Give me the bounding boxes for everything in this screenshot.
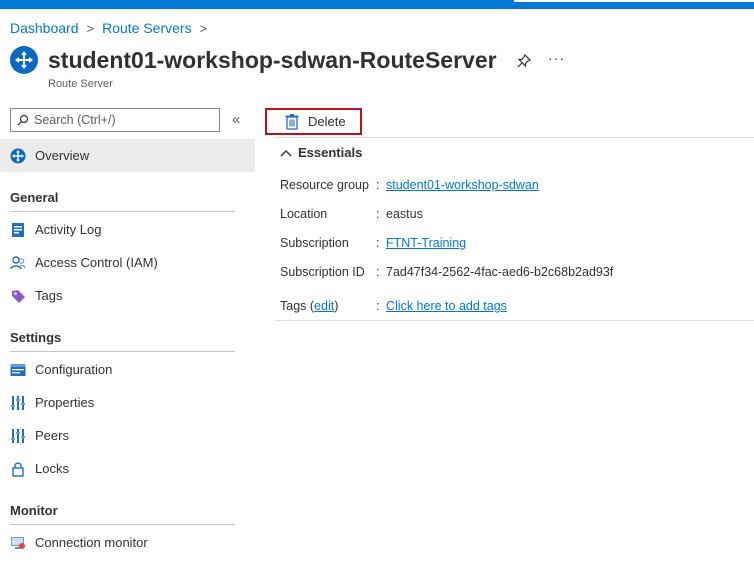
global-search-edge — [514, 0, 754, 2]
resource-group-link[interactable]: student01-workshop-sdwan — [386, 178, 539, 192]
tags-label-prefix: Tags ( — [280, 299, 315, 313]
essentials-divider — [275, 320, 754, 321]
subscription-link[interactable]: FTNT-Training — [386, 236, 466, 250]
colon: : — [376, 236, 380, 250]
tag-icon — [10, 288, 26, 304]
route-server-icon — [10, 46, 38, 74]
search-icon — [17, 114, 29, 126]
delete-button[interactable]: Delete — [265, 108, 362, 135]
nav-item-label: Configuration — [35, 362, 113, 377]
nav-item-peers[interactable]: Peers — [0, 419, 255, 452]
nav-section-settings: Settings — [10, 330, 62, 345]
nav-item-label: Access Control (IAM) — [35, 255, 158, 270]
nav-item-locks[interactable]: Locks — [0, 452, 255, 485]
resource-menu-search-input[interactable]: Search (Ctrl+/) — [10, 108, 220, 132]
page-title: student01-workshop-sdwan-RouteServer — [48, 47, 497, 73]
nav-item-properties[interactable]: Properties — [0, 386, 255, 419]
chevron-up-icon — [280, 149, 292, 156]
nav-item-overview[interactable]: Overview — [0, 139, 255, 172]
resource-group-label: Resource group — [280, 178, 369, 192]
people-icon — [10, 255, 26, 271]
nav-item-tags[interactable]: Tags — [0, 279, 255, 312]
search-placeholder: Search (Ctrl+/) — [34, 113, 116, 127]
configuration-icon — [10, 362, 26, 378]
connection-monitor-icon — [10, 535, 26, 551]
nav-item-label: Peers — [35, 428, 69, 443]
resource-type-label: Route Server — [48, 78, 113, 90]
nav-item-access-control[interactable]: Access Control (IAM) — [0, 246, 255, 279]
nav-item-label: Overview — [35, 148, 90, 163]
nav-item-label: Tags — [35, 288, 63, 303]
trash-icon — [285, 113, 299, 130]
route-server-icon — [10, 148, 26, 164]
tags-label-suffix: ) — [334, 299, 339, 313]
nav-item-label: Locks — [35, 461, 69, 476]
collapse-menu-icon[interactable]: « — [232, 111, 240, 128]
nav-section-monitor: Monitor — [10, 503, 58, 518]
pin-icon[interactable] — [516, 53, 532, 69]
breadcrumb-separator-icon: > — [199, 20, 208, 36]
colon: : — [376, 178, 380, 192]
location-value: eastus — [386, 207, 423, 221]
tags-label: Tags (edit) — [280, 299, 338, 313]
nav-divider — [10, 524, 235, 525]
essentials-toggle[interactable]: Essentials — [280, 145, 362, 160]
resource-header — [10, 46, 38, 74]
colon: : — [376, 207, 380, 221]
properties-icon — [10, 395, 26, 411]
delete-button-label: Delete — [308, 114, 346, 129]
breadcrumb-separator-icon: > — [86, 20, 95, 36]
colon: : — [376, 299, 380, 313]
nav-item-connection-monitor[interactable]: Connection monitor — [0, 526, 255, 559]
breadcrumb: Dashboard > Route Servers > — [10, 20, 215, 36]
portal-top-bar — [0, 0, 754, 9]
nav-item-label: Activity Log — [35, 222, 102, 237]
breadcrumb-route-servers[interactable]: Route Servers — [102, 20, 191, 36]
subscription-id-label: Subscription ID — [280, 265, 365, 279]
add-tags-link[interactable]: Click here to add tags — [386, 299, 507, 313]
location-label: Location — [280, 207, 328, 221]
command-bar-divider — [275, 137, 754, 138]
nav-item-label: Properties — [35, 395, 95, 410]
nav-item-label: Connection monitor — [35, 535, 148, 550]
activity-log-icon — [10, 222, 26, 238]
colon: : — [376, 265, 380, 279]
nav-item-configuration[interactable]: Configuration — [0, 353, 255, 386]
lock-icon — [10, 461, 26, 477]
nav-divider — [10, 351, 235, 352]
essentials-header: Essentials — [298, 145, 363, 160]
more-options-icon[interactable]: ··· — [548, 50, 568, 66]
peers-icon — [10, 428, 26, 444]
subscription-label: Subscription — [280, 236, 349, 250]
edit-tags-link[interactable]: edit — [314, 299, 334, 313]
nav-item-activity-log[interactable]: Activity Log — [0, 213, 255, 246]
breadcrumb-dashboard[interactable]: Dashboard — [10, 20, 79, 36]
nav-divider — [10, 211, 235, 212]
nav-section-general: General — [10, 190, 59, 205]
subscription-id-value: 7ad47f34-2562-4fac-aed6-b2c68b2ad93f — [386, 265, 614, 279]
